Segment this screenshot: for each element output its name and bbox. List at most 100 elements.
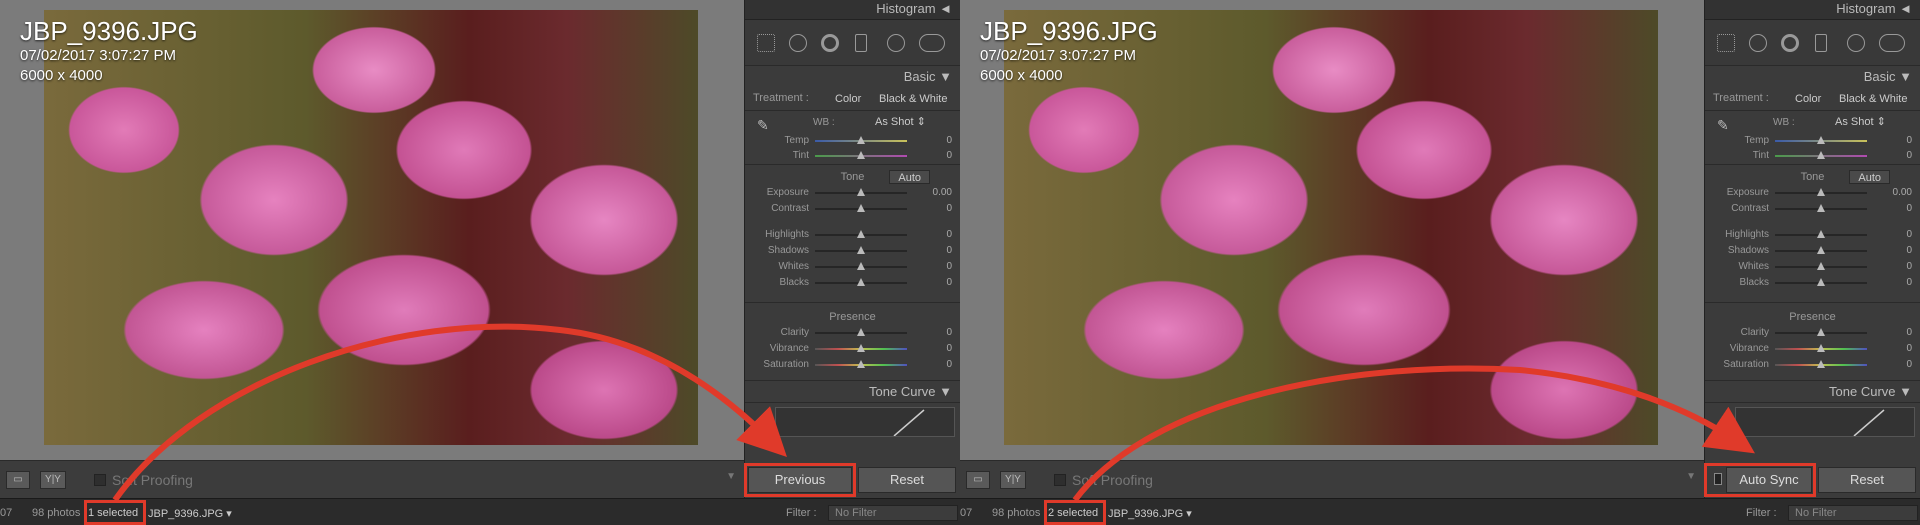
shadows-slider-row[interactable]: Shadows 0 <box>745 243 960 259</box>
compare-view-button[interactable]: Y|Y <box>40 471 66 489</box>
adjustment-brush-tool-icon[interactable] <box>919 34 945 52</box>
highlights-thumb[interactable] <box>857 230 865 238</box>
saturation-slider-row[interactable]: Saturation 0 <box>1705 357 1920 373</box>
temp-value[interactable]: 0 <box>946 133 952 149</box>
vibrance-thumb[interactable] <box>857 344 865 352</box>
vibrance-value[interactable]: 0 <box>946 341 952 357</box>
contrast-slider-row[interactable]: Contrast 0 <box>1705 201 1920 217</box>
treatment-color-option[interactable]: Color <box>835 91 861 107</box>
tint-value[interactable]: 0 <box>946 148 952 164</box>
tone-auto-button[interactable]: Auto <box>1849 170 1890 184</box>
tint-thumb[interactable] <box>1817 151 1825 159</box>
treatment-bw-option[interactable]: Black & White <box>879 91 947 107</box>
filter-select[interactable]: No Filter <box>1788 505 1918 521</box>
wb-eyedropper-icon[interactable]: ✎ <box>1717 117 1729 134</box>
red-eye-tool-icon[interactable] <box>821 34 839 52</box>
exposure-slider-row[interactable]: Exposure 0.00 <box>1705 185 1920 201</box>
tone-curve-header[interactable]: Tone Curve ▼ <box>745 381 960 403</box>
temp-slider-row[interactable]: Temp 0 <box>1705 133 1920 149</box>
soft-proofing-checkbox[interactable] <box>94 474 106 486</box>
temp-thumb[interactable] <box>857 136 865 144</box>
highlights-value[interactable]: 0 <box>1906 227 1912 243</box>
shadows-value[interactable]: 0 <box>946 243 952 259</box>
reset-button[interactable]: Reset <box>858 467 956 493</box>
blacks-thumb[interactable] <box>857 278 865 286</box>
basic-header[interactable]: Basic ▼ <box>745 66 960 88</box>
wb-select[interactable]: As Shot ⇕ <box>1835 115 1886 128</box>
contrast-slider-row[interactable]: Contrast 0 <box>745 201 960 217</box>
toolbar-menu-arrow-icon[interactable]: ▼ <box>1686 471 1696 482</box>
soft-proofing-checkbox[interactable] <box>1054 474 1066 486</box>
saturation-slider-row[interactable]: Saturation 0 <box>745 357 960 373</box>
compare-view-button[interactable]: Y|Y <box>1000 471 1026 489</box>
crop-tool-icon[interactable] <box>757 34 775 52</box>
wb-select[interactable]: As Shot ⇕ <box>875 115 926 128</box>
tone-auto-button[interactable]: Auto <box>889 170 930 184</box>
saturation-thumb[interactable] <box>1817 360 1825 368</box>
exposure-value[interactable]: 0.00 <box>933 185 952 201</box>
clarity-value[interactable]: 0 <box>1906 325 1912 341</box>
blacks-value[interactable]: 0 <box>1906 275 1912 291</box>
vibrance-slider-row[interactable]: Vibrance 0 <box>745 341 960 357</box>
tint-slider-row[interactable]: Tint 0 <box>745 148 960 164</box>
blacks-slider-row[interactable]: Blacks 0 <box>1705 275 1920 291</box>
crop-tool-icon[interactable] <box>1717 34 1735 52</box>
tone-curve-header[interactable]: Tone Curve ▼ <box>1705 381 1920 403</box>
exposure-value[interactable]: 0.00 <box>1893 185 1912 201</box>
contrast-value[interactable]: 0 <box>1906 201 1912 217</box>
blacks-slider-row[interactable]: Blacks 0 <box>745 275 960 291</box>
clarity-thumb[interactable] <box>857 328 865 336</box>
clarity-thumb[interactable] <box>1817 328 1825 336</box>
clarity-slider-row[interactable]: Clarity 0 <box>1705 325 1920 341</box>
contrast-thumb[interactable] <box>1817 204 1825 212</box>
wb-eyedropper-icon[interactable]: ✎ <box>757 117 769 134</box>
adjustment-brush-tool-icon[interactable] <box>1879 34 1905 52</box>
reset-button[interactable]: Reset <box>1818 467 1916 493</box>
saturation-thumb[interactable] <box>857 360 865 368</box>
vibrance-slider-row[interactable]: Vibrance 0 <box>1705 341 1920 357</box>
highlights-slider-row[interactable]: Highlights 0 <box>745 227 960 243</box>
whites-value[interactable]: 0 <box>946 259 952 275</box>
saturation-value[interactable]: 0 <box>946 357 952 373</box>
histogram-header[interactable]: Histogram ◄ <box>1705 0 1920 20</box>
shadows-slider-row[interactable]: Shadows 0 <box>1705 243 1920 259</box>
tint-thumb[interactable] <box>857 151 865 159</box>
highlights-value[interactable]: 0 <box>946 227 952 243</box>
highlights-slider-row[interactable]: Highlights 0 <box>1705 227 1920 243</box>
contrast-thumb[interactable] <box>857 204 865 212</box>
current-filename[interactable]: JBP_9396.JPG ▾ <box>148 507 232 520</box>
clarity-value[interactable]: 0 <box>946 325 952 341</box>
shadows-thumb[interactable] <box>1817 246 1825 254</box>
current-filename[interactable]: JBP_9396.JPG ▾ <box>1108 507 1192 520</box>
toolbar-menu-arrow-icon[interactable]: ▼ <box>726 471 736 482</box>
tone-curve-graph[interactable] <box>1735 407 1915 437</box>
red-eye-tool-icon[interactable] <box>1781 34 1799 52</box>
exposure-slider-row[interactable]: Exposure 0.00 <box>745 185 960 201</box>
temp-thumb[interactable] <box>1817 136 1825 144</box>
vibrance-thumb[interactable] <box>1817 344 1825 352</box>
spot-removal-tool-icon[interactable] <box>789 34 807 52</box>
tone-curve-graph[interactable] <box>775 407 955 437</box>
treatment-color-option[interactable]: Color <box>1795 91 1821 107</box>
shadows-thumb[interactable] <box>857 246 865 254</box>
tint-value[interactable]: 0 <box>1906 148 1912 164</box>
loupe-view-button[interactable]: ▭ <box>6 471 30 489</box>
graduated-filter-tool-icon[interactable] <box>855 34 867 52</box>
treatment-bw-option[interactable]: Black & White <box>1839 91 1907 107</box>
radial-filter-tool-icon[interactable] <box>1847 34 1865 52</box>
whites-slider-row[interactable]: Whites 0 <box>1705 259 1920 275</box>
whites-value[interactable]: 0 <box>1906 259 1912 275</box>
histogram-header[interactable]: Histogram ◄ <box>745 0 960 20</box>
blacks-thumb[interactable] <box>1817 278 1825 286</box>
clarity-slider-row[interactable]: Clarity 0 <box>745 325 960 341</box>
whites-thumb[interactable] <box>1817 262 1825 270</box>
exposure-thumb[interactable] <box>1817 188 1825 196</box>
exposure-thumb[interactable] <box>857 188 865 196</box>
shadows-value[interactable]: 0 <box>1906 243 1912 259</box>
saturation-value[interactable]: 0 <box>1906 357 1912 373</box>
contrast-value[interactable]: 0 <box>946 201 952 217</box>
blacks-value[interactable]: 0 <box>946 275 952 291</box>
tint-slider-row[interactable]: Tint 0 <box>1705 148 1920 164</box>
radial-filter-tool-icon[interactable] <box>887 34 905 52</box>
vibrance-value[interactable]: 0 <box>1906 341 1912 357</box>
